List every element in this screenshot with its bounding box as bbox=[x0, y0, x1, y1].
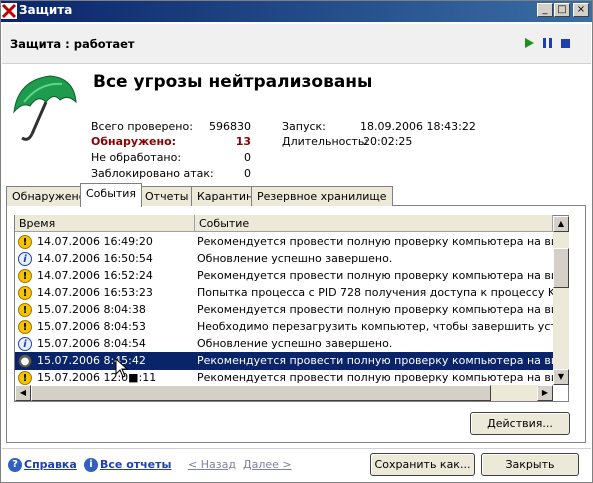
unprocessed-label: Не обработано: bbox=[91, 151, 182, 164]
maximize-button[interactable]: □ bbox=[554, 3, 570, 17]
table-row[interactable]: ● 15.07.2006 8:45:42 Рекомендуется провест… bbox=[15, 352, 553, 370]
page-title: Все угрозы нейтрализованы bbox=[93, 72, 373, 92]
column-header-time[interactable]: Время bbox=[15, 215, 195, 232]
minimize-button[interactable]: _ bbox=[537, 3, 553, 17]
row-time: 14.07.2006 16:49:20 bbox=[37, 235, 153, 248]
row-event: Рекомендуется провести полную проверку к… bbox=[197, 354, 553, 367]
table-row[interactable]: ! 15.07.2006 8:04:53 Необходимо перезагруз… bbox=[15, 318, 553, 336]
tab-events[interactable]: События bbox=[80, 183, 143, 207]
detected-label: Обнаружено: bbox=[91, 135, 177, 148]
next-link[interactable]: Далее > bbox=[243, 458, 292, 471]
start-label: Запуск: bbox=[282, 120, 326, 133]
warning-icon: ! bbox=[18, 371, 32, 385]
duration-value: 20:02:25 bbox=[363, 135, 413, 148]
start-value: 18.09.2006 18:43:22 bbox=[360, 120, 476, 133]
warning-icon: ! bbox=[18, 303, 32, 317]
row-time: 14.07.2006 16:53:23 bbox=[37, 286, 153, 299]
vertical-scroll-thumb[interactable] bbox=[553, 248, 569, 288]
table-row[interactable]: i 14.07.2006 16:50:54 Обновление успешно з… bbox=[15, 250, 553, 268]
mouse-cursor-icon bbox=[115, 358, 129, 378]
gear-icon: ● bbox=[18, 354, 32, 368]
tab-backup[interactable]: Резервное хранилище bbox=[251, 186, 393, 206]
save-as-button[interactable]: Сохранить как... bbox=[370, 453, 475, 476]
warning-icon: ! bbox=[18, 269, 32, 283]
row-event: Рекомендуется провести полную проверку к… bbox=[197, 235, 553, 248]
close-button[interactable]: Закрыть bbox=[481, 453, 579, 476]
row-time: 14.07.2006 16:52:24 bbox=[37, 269, 153, 282]
info-icon[interactable]: i bbox=[84, 458, 98, 472]
total-scanned-label: Всего проверено: bbox=[91, 120, 193, 133]
info-icon: i bbox=[18, 252, 32, 266]
row-time: 15.07.2006 8:04:53 bbox=[37, 320, 146, 333]
help-icon[interactable]: ? bbox=[8, 458, 22, 472]
help-link[interactable]: Справка bbox=[24, 458, 77, 471]
window-title: Защита bbox=[19, 3, 73, 17]
row-event: Рекомендуется провести полную проверку к… bbox=[197, 303, 553, 316]
scroll-right-icon[interactable]: ▶ bbox=[537, 385, 553, 401]
play-icon[interactable] bbox=[525, 38, 534, 48]
stop-icon[interactable] bbox=[561, 39, 570, 48]
row-time: 14.07.2006 16:50:54 bbox=[37, 252, 153, 265]
column-header-event[interactable]: Событие bbox=[195, 215, 553, 232]
row-time: 15.07.2006 12:0■:11 bbox=[37, 371, 157, 384]
tab-reports[interactable]: Отчеты bbox=[139, 186, 195, 206]
row-event: Обновление успешно завершено. bbox=[197, 252, 393, 265]
total-scanned-value: 596830 bbox=[209, 120, 251, 133]
tab-quarantine[interactable]: Карантин bbox=[191, 186, 260, 206]
row-time: 15.07.2006 8:04:38 bbox=[37, 303, 146, 316]
unprocessed-value: 0 bbox=[244, 151, 251, 164]
row-time: 15.07.2006 8:45:42 bbox=[37, 354, 146, 367]
close-window-button[interactable]: × bbox=[573, 3, 589, 17]
warning-icon: ! bbox=[18, 286, 32, 300]
pause-icon[interactable] bbox=[543, 38, 552, 48]
title-bar[interactable] bbox=[0, 0, 593, 22]
scroll-up-icon[interactable]: ▲ bbox=[553, 216, 569, 232]
table-row[interactable]: ! 14.07.2006 16:53:23 Попытка процесса с P… bbox=[15, 284, 553, 302]
row-event: Обновление успешно завершено. bbox=[197, 337, 393, 350]
table-row[interactable]: ! 14.07.2006 16:49:20 Рекомендуется провес… bbox=[15, 233, 553, 251]
warning-icon: ! bbox=[18, 235, 32, 249]
scroll-left-icon[interactable]: ◀ bbox=[15, 385, 31, 401]
actions-button[interactable]: Действия... bbox=[470, 412, 570, 435]
row-event: Рекомендуется провести полную проверку к… bbox=[197, 371, 553, 384]
duration-label: Длительность: bbox=[282, 135, 369, 148]
info-icon: i bbox=[18, 337, 32, 351]
row-event: Необходимо перезагрузить компьютер, чтоб… bbox=[197, 320, 553, 333]
blocked-attacks-value: 0 bbox=[244, 167, 251, 180]
row-event: Попытка процесса с PID 728 получения дос… bbox=[197, 286, 553, 299]
scroll-down-icon[interactable]: ▼ bbox=[553, 369, 569, 385]
table-row[interactable]: ! 15.07.2006 8:04:38 Рекомендуется провест… bbox=[15, 301, 553, 319]
row-event: Рекомендуется провести полную проверку к… bbox=[197, 269, 553, 282]
detected-value: 13 bbox=[235, 135, 251, 148]
table-row[interactable]: ! 14.07.2006 16:52:24 Рекомендуется провес… bbox=[15, 267, 553, 285]
umbrella-icon bbox=[13, 75, 77, 141]
protection-status: Защита : работает bbox=[10, 37, 135, 51]
kaspersky-logo-icon bbox=[1, 3, 17, 19]
row-time: 15.07.2006 8:04:54 bbox=[37, 337, 146, 350]
warning-icon: ! bbox=[18, 320, 32, 334]
all-reports-link[interactable]: Все отчеты bbox=[100, 458, 171, 471]
table-row[interactable]: i 15.07.2006 8:04:54 Обновление успешно за… bbox=[15, 335, 553, 353]
tab-detected[interactable]: Обнаружено bbox=[6, 186, 92, 206]
horizontal-scroll-thumb[interactable] bbox=[31, 385, 491, 401]
footer-divider bbox=[2, 448, 591, 449]
back-link[interactable]: < Назад bbox=[188, 458, 236, 471]
